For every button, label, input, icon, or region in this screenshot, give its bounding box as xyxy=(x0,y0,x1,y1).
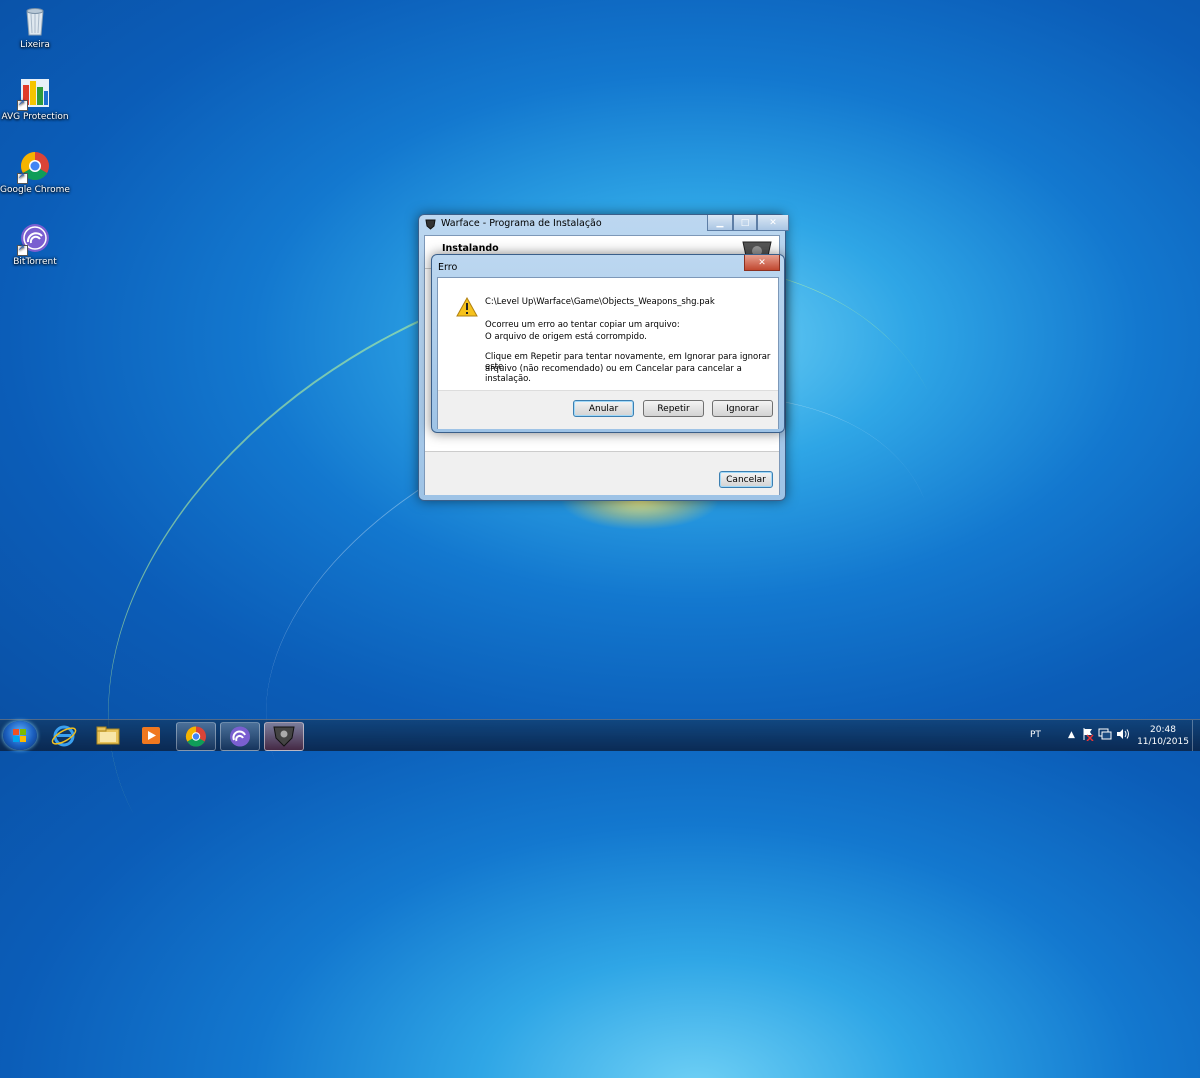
close-button[interactable]: ✕ xyxy=(757,215,789,231)
show-desktop-button[interactable] xyxy=(1192,720,1200,751)
error-dialog: Erro ✕ C:\Level Up\Warface\Game\Objects_… xyxy=(431,254,785,433)
cancel-button[interactable]: Cancelar xyxy=(719,471,773,488)
desktop-icon-label: Lixeira xyxy=(20,40,50,50)
error-message-line2: O arquivo de origem está corrompido. xyxy=(485,332,647,342)
taskbar-chrome[interactable] xyxy=(176,722,216,751)
desktop-icon-label: BitTorrent xyxy=(13,257,57,267)
media-player-icon xyxy=(142,727,160,744)
desktop-icon-recycle-bin[interactable]: Lixeira xyxy=(0,5,70,50)
dialog-content: C:\Level Up\Warface\Game\Objects_Weapons… xyxy=(438,278,778,390)
recycle-bin-icon xyxy=(19,5,51,37)
start-button[interactable] xyxy=(3,721,37,750)
volume-icon[interactable] xyxy=(1116,728,1130,743)
desktop-icon-bittorrent[interactable]: BitTorrent xyxy=(0,222,70,267)
bittorrent-icon xyxy=(17,222,51,256)
chrome-icon xyxy=(17,150,51,184)
warface-icon xyxy=(273,726,295,747)
desktop-icon-label: Google Chrome xyxy=(0,185,70,195)
minimize-button[interactable]: ▁ xyxy=(707,215,733,231)
desktop-icon-chrome[interactable]: Google Chrome xyxy=(0,150,70,195)
file-path: C:\Level Up\Warface\Game\Objects_Weapons… xyxy=(485,297,715,307)
maximize-button[interactable]: □ xyxy=(733,215,757,231)
taskbar-bittorrent[interactable] xyxy=(220,722,260,751)
desktop-icon-avg[interactable]: AVG Protection xyxy=(0,77,70,122)
desktop-icon-label: AVG Protection xyxy=(1,112,69,122)
taskbar-media-player[interactable] xyxy=(132,722,170,749)
clock[interactable]: 20:48 xyxy=(1146,725,1180,735)
network-icon[interactable] xyxy=(1098,728,1112,743)
ignore-button[interactable]: Ignorar xyxy=(712,400,773,417)
clock-date: 11/10/2015 xyxy=(1137,737,1189,747)
dialog-client: C:\Level Up\Warface\Game\Objects_Weapons… xyxy=(437,277,779,429)
retry-button[interactable]: Repetir xyxy=(643,400,704,417)
warning-icon xyxy=(456,296,478,319)
bittorrent-icon xyxy=(230,726,250,747)
window-title: Warface - Programa de Instalação xyxy=(441,218,602,229)
shortcut-arrow-icon xyxy=(17,171,28,184)
taskbar-explorer[interactable] xyxy=(89,722,127,749)
chrome-icon xyxy=(185,726,206,747)
instructions-line2: arquivo (não recomendado) ou em Cancelar… xyxy=(485,364,742,384)
warface-icon xyxy=(425,219,436,230)
folder-icon xyxy=(96,726,120,745)
clock-time: 20:48 xyxy=(1150,725,1176,735)
avg-icon xyxy=(17,77,51,111)
shortcut-arrow-icon xyxy=(17,98,28,111)
installer-heading: Instalando xyxy=(442,243,499,254)
taskbar: PT ▲ 20:48 11/10/2015 xyxy=(0,719,1200,751)
taskbar-warface[interactable] xyxy=(264,722,304,751)
error-message-line1: Ocorreu um erro ao tentar copiar um arqu… xyxy=(485,320,680,330)
language-indicator[interactable]: PT xyxy=(1030,730,1041,740)
abort-button[interactable]: Anular xyxy=(573,400,634,417)
dialog-title: Erro xyxy=(438,262,458,273)
taskbar-internet-explorer[interactable] xyxy=(45,722,83,749)
show-hidden-icons-button[interactable]: ▲ xyxy=(1068,730,1075,740)
shortcut-arrow-icon xyxy=(17,243,28,256)
close-button[interactable]: ✕ xyxy=(744,255,780,271)
internet-explorer-icon xyxy=(51,725,77,747)
action-center-icon[interactable] xyxy=(1082,727,1094,744)
